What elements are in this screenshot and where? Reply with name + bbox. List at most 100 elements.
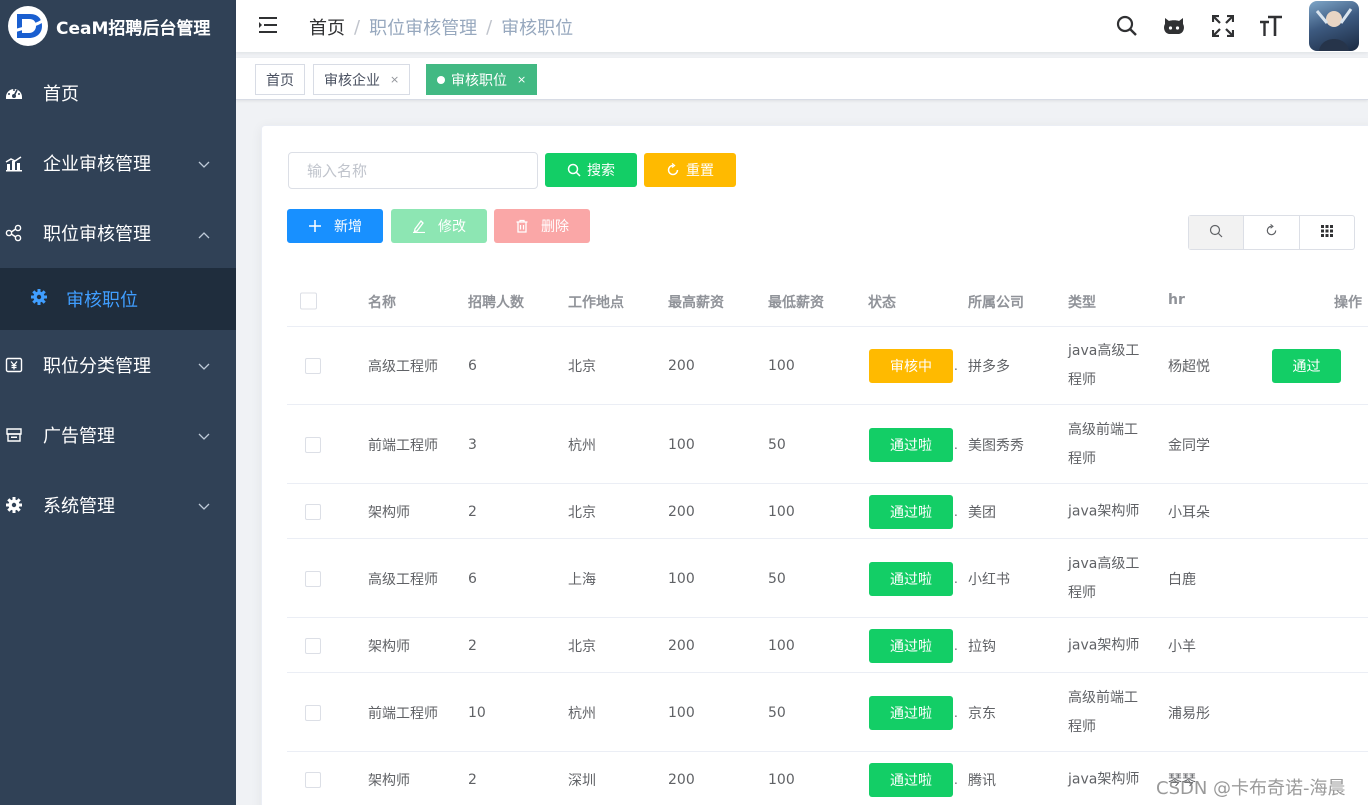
- cell-min-salary: 50: [768, 570, 786, 587]
- tag-home[interactable]: 首页: [255, 64, 305, 95]
- edit-button-label: 修改: [438, 219, 466, 235]
- cell-min-salary: 100: [768, 637, 795, 654]
- sidebar-item-label: 首页: [43, 84, 79, 105]
- row-checkbox[interactable]: [305, 771, 321, 788]
- status-suffix: .: [954, 359, 958, 373]
- cell-hr: 浦易彤: [1168, 705, 1210, 722]
- tags-view: 首页 审核企业 × 审核职位 ×: [236, 58, 1368, 100]
- table-row[interactable]: 高级工程师 6 北京 200 100 审核中. 拼多多 java高级工程师 杨超悦 通过: [287, 327, 1368, 405]
- plus-icon: [308, 219, 322, 233]
- cell-count: 3: [468, 436, 477, 453]
- row-checkbox[interactable]: [305, 570, 321, 587]
- breadcrumb-home[interactable]: 首页: [309, 14, 345, 40]
- cell-city: 上海: [568, 571, 596, 588]
- select-all-checkbox[interactable]: [300, 292, 317, 310]
- hamburger-icon[interactable]: [258, 16, 278, 38]
- row-checkbox[interactable]: [305, 704, 321, 721]
- toggle-search-button[interactable]: [1189, 216, 1245, 249]
- table-header: 名称 招聘人数 工作地点 最高薪资 最低薪资 状态 所属公司 类型 hr 操作: [287, 276, 1368, 327]
- column-header: 工作地点: [568, 295, 624, 311]
- refresh-table-button[interactable]: [1244, 216, 1300, 249]
- table-row[interactable]: 前端工程师 3 杭州 100 50 通过啦. 美图秀秀 高级前端工程师 金同学: [287, 405, 1368, 484]
- sidebar-subitem-review-job[interactable]: 审核职位: [0, 268, 236, 330]
- cell-count: 6: [468, 358, 477, 374]
- shop-icon: [5, 426, 23, 444]
- table-body: 高级工程师 6 北京 200 100 审核中. 拼多多 java高级工程师 杨超悦 通过 前端工程师…: [287, 327, 1368, 805]
- search-icon[interactable]: [1115, 14, 1139, 38]
- column-header: 最低薪资: [768, 295, 824, 311]
- cell-min-salary: 50: [768, 704, 786, 721]
- close-icon[interactable]: ×: [390, 73, 399, 86]
- column-header: 操作: [1334, 295, 1362, 311]
- watermark: CSDN @卡布奇诺-海晨: [1156, 778, 1346, 799]
- table-row[interactable]: 架构师 2 北京 200 100 通过啦. 拉钩 java架构师 小羊: [287, 618, 1368, 673]
- row-checkbox[interactable]: [305, 358, 321, 374]
- column-header: hr: [1168, 292, 1185, 308]
- cell-type: java高级工程师: [1068, 343, 1140, 388]
- tag-label: 审核企业: [324, 72, 380, 89]
- cell-name: 高级工程师: [368, 571, 438, 588]
- cell-city: 深圳: [568, 772, 596, 789]
- fullscreen-icon[interactable]: [1211, 14, 1235, 38]
- cell-name: 高级工程师: [368, 359, 438, 375]
- search-input[interactable]: [288, 152, 538, 189]
- app-logo-area[interactable]: CeaM招聘后台管理: [0, 0, 236, 52]
- sidebar-item-label: 职位审核管理: [43, 224, 151, 245]
- cell-count: 2: [468, 771, 477, 788]
- add-button[interactable]: 新增: [287, 209, 383, 243]
- tag-label: 首页: [266, 72, 294, 89]
- status-badge: 通过啦: [869, 561, 953, 596]
- cell-city: 杭州: [568, 437, 596, 454]
- search-button[interactable]: 搜索: [545, 153, 637, 187]
- sidebar-item-job-review[interactable]: 职位审核管理: [0, 198, 236, 268]
- sidebar-item-home[interactable]: 首页: [0, 58, 236, 128]
- tag-label: 审核职位: [451, 72, 507, 89]
- table-row[interactable]: 前端工程师 10 杭州 100 50 通过啦. 京东 高级前端工程师 浦易彤: [287, 673, 1368, 752]
- cell-count: 2: [468, 503, 477, 520]
- cell-city: 北京: [568, 638, 596, 655]
- chevron-down-icon: [198, 359, 210, 375]
- cell-company: 美图秀秀: [968, 437, 1024, 454]
- refresh-icon: [1265, 224, 1278, 241]
- status-suffix: .: [954, 504, 958, 519]
- cell-city: 北京: [568, 504, 596, 521]
- column-header: 名称: [368, 295, 396, 311]
- status-badge: 通过啦: [869, 762, 953, 797]
- app-logo-icon: [8, 6, 48, 46]
- font-size-icon[interactable]: [1259, 14, 1283, 38]
- tag-review-job[interactable]: 审核职位 ×: [426, 64, 538, 95]
- row-checkbox[interactable]: [305, 637, 321, 654]
- cell-min-salary: 50: [768, 436, 786, 453]
- approve-button[interactable]: 通过: [1272, 349, 1341, 383]
- row-checkbox[interactable]: [305, 503, 321, 520]
- sidebar-item-ads[interactable]: 广告管理: [0, 400, 236, 470]
- cell-company: 美团: [968, 504, 996, 521]
- cell-min-salary: 100: [768, 503, 795, 520]
- close-icon[interactable]: ×: [517, 73, 526, 86]
- dashboard-icon: [5, 84, 23, 102]
- user-avatar[interactable]: [1309, 1, 1359, 51]
- columns-button[interactable]: [1300, 216, 1354, 249]
- cell-name: 前端工程师: [368, 705, 438, 722]
- delete-button[interactable]: 删除: [494, 209, 590, 243]
- github-icon[interactable]: [1162, 14, 1186, 38]
- breadcrumb-separator: /: [486, 16, 493, 38]
- table-row[interactable]: 架构师 2 北京 200 100 通过啦. 美团 java架构师 小耳朵: [287, 484, 1368, 539]
- tag-review-company[interactable]: 审核企业 ×: [313, 64, 411, 95]
- row-checkbox[interactable]: [305, 436, 321, 453]
- sidebar-item-job-category[interactable]: 职位分类管理: [0, 330, 236, 400]
- cell-company: 腾讯: [968, 772, 996, 789]
- job-table: 名称 招聘人数 工作地点 最高薪资 最低薪资 状态 所属公司 类型 hr 操作 …: [287, 276, 1368, 805]
- edit-button[interactable]: 修改: [391, 209, 487, 243]
- cell-city: 杭州: [568, 705, 596, 722]
- sidebar-item-company-review[interactable]: 企业审核管理: [0, 128, 236, 198]
- chevron-up-icon: [198, 227, 210, 243]
- chevron-down-icon: [198, 157, 210, 173]
- sidebar-item-system[interactable]: 系统管理: [0, 470, 236, 540]
- share-icon: [5, 224, 23, 242]
- table-row[interactable]: 高级工程师 6 上海 100 50 通过啦. 小红书 java高级工程师 白鹿: [287, 539, 1368, 618]
- breadcrumb-job-review[interactable]: 职位审核管理: [369, 14, 477, 40]
- status-badge: 通过啦: [869, 494, 953, 529]
- reset-button[interactable]: 重置: [644, 153, 736, 187]
- cell-hr: 杨超悦: [1168, 359, 1210, 375]
